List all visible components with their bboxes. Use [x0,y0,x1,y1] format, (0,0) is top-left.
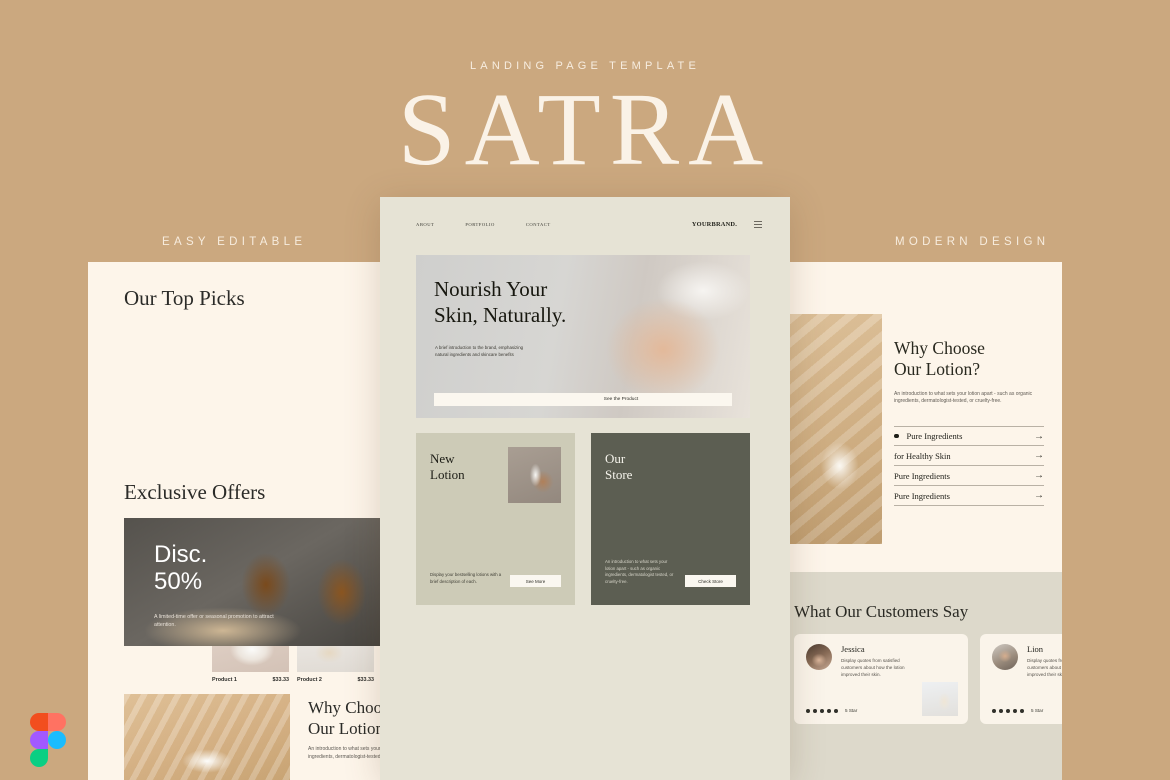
new-lotion-title-line2: Lotion [430,467,465,483]
star-icon [999,708,1003,713]
offer-line-1: Disc. [154,541,208,568]
hero-section: Nourish Your Skin, Naturally. A brief in… [416,255,750,418]
new-lotion-image [508,447,561,503]
right-why-heading-line2: Our Lotion? [894,359,981,380]
nav-link-contact[interactable]: CONTACT [526,222,551,227]
new-lotion-paragraph: Display your bestselling lotions with a … [430,572,502,584]
hero-paragraph: A brief introduction to the brand, empha… [435,345,524,357]
label-easy-editable: EASY EDITABLE [162,236,307,248]
star-icon [820,708,824,713]
arrow-right-icon[interactable]: → [1034,450,1044,461]
new-lotion-card[interactable]: New Lotion Display your bestselling loti… [416,433,575,605]
star-icon [992,708,996,713]
star-icon [834,708,838,713]
product-name: Product 1 [212,677,237,683]
arrow-right-icon[interactable]: → [1034,490,1044,501]
nav-link-about[interactable]: ABOUT [416,222,434,227]
right-why-heading: Why Choose Our Lotion? [894,338,1044,381]
our-store-title: Our Store [605,451,632,484]
benefit-row[interactable]: Pure Ingredients → [894,426,1044,447]
right-why-heading-line1: Why Choose [894,338,985,358]
center-mockup: ABOUT PORTFOLIO CONTACT YOURBRAND. Nouri… [380,197,790,780]
why-lotion-image [124,694,290,780]
offer-banner-subtext: A limited-time offer or seasonal promoti… [154,614,274,628]
hero-title: Nourish Your Skin, Naturally. [434,277,566,329]
bullet-dot-icon [894,433,899,439]
right-preview-panel: Why Choose Our Lotion? An introduction t… [770,262,1062,780]
testimonial-card[interactable]: Jessica Display quotes from satisfied cu… [794,634,968,724]
right-why-section: Why Choose Our Lotion? An introduction t… [894,338,1044,507]
testimonial-card[interactable]: Lion Display quotes from satisfied custo… [980,634,1062,724]
right-why-image [790,314,882,544]
star-icon [1013,708,1017,713]
poster-title: SATRA [397,72,773,187]
testimonial-quote: Display quotes from satisfied customers … [841,658,905,677]
benefit-row[interactable]: Pure Ingredients → [894,486,1044,507]
nav-links: ABOUT PORTFOLIO CONTACT [416,222,551,227]
left-top-picks-heading: Our Top Picks [124,286,245,310]
testimonial-quote: Display quotes from satisfied customers … [1027,658,1062,677]
check-store-button[interactable]: Check Store [685,575,736,587]
see-the-product-button[interactable]: See the Product [434,393,732,406]
see-the-product-label: See the Product [603,397,639,402]
star-icon [813,708,817,713]
new-lotion-title: New Lotion [430,451,465,484]
benefit-row[interactable]: for Healthy Skin → [894,446,1044,467]
hamburger-menu-icon[interactable] [754,220,762,229]
offer-line-2: 50% [154,567,203,595]
benefit-label: for Healthy Skin [894,450,951,461]
product-name: Product 2 [297,677,322,683]
new-lotion-title-line1: New [430,451,455,466]
benefit-label: Pure Ingredients [894,490,950,501]
rating-label: 5 Star [1031,708,1044,713]
figma-logo [30,713,66,767]
nav-link-portfolio[interactable]: PORTFOLIO [465,222,495,227]
arrow-right-icon[interactable]: → [1034,470,1044,481]
brand-logo[interactable]: YOURBRAND. [692,221,737,228]
hero-title-line1: Nourish Your [434,277,548,301]
testimonials-cards: Jessica Display quotes from satisfied cu… [794,634,1062,724]
hero-title-line2: Skin, Naturally. [434,302,567,327]
avatar [806,644,832,670]
our-store-title-line2: Store [605,467,633,483]
offer-banner-text: Disc. 50% [154,541,208,596]
our-store-paragraph: An introduction to what sets your lotion… [605,559,674,584]
benefit-label: Pure Ingredients [894,470,950,481]
rating-label: 5 Star [845,708,858,713]
our-store-title-line1: Our [605,451,626,466]
rating: 5 Star [806,708,857,713]
testimonials-heading: What Our Customers Say [794,602,969,621]
benefit-label: Pure Ingredients [906,431,963,442]
our-store-card[interactable]: Our Store An introduction to what sets y… [591,433,750,605]
label-modern-design: MODERN DESIGN [895,236,1050,248]
mockup-feature-cards: New Lotion Display your bestselling loti… [416,433,750,605]
star-icon [1020,708,1024,713]
testimonial-name: Lion [1027,644,1044,654]
rating: 5 Star [992,708,1043,713]
poster-kicker: LANDING PAGE TEMPLATE [469,60,700,72]
left-offers-heading: Exclusive Offers [124,480,266,504]
star-icon [827,708,831,713]
arrow-right-icon[interactable]: → [1034,431,1044,442]
product-price: $33.33 [272,677,290,683]
avatar [992,644,1018,670]
product-price: $33.33 [357,677,375,683]
testimonials-section: What Our Customers Say Jessica Display q… [770,572,1062,780]
mockup-navbar: ABOUT PORTFOLIO CONTACT YOURBRAND. [380,197,790,252]
testimonial-name: Jessica [841,644,865,654]
right-why-paragraph: An introduction to what sets your lotion… [894,390,1033,405]
benefits-list: Pure Ingredients → for Healthy Skin → Pu… [894,426,1044,507]
star-icon [1006,708,1010,713]
star-icon [806,708,810,713]
see-more-button[interactable]: See More [510,575,561,587]
poster-stage: LANDING PAGE TEMPLATE SATRA EASY EDITABL… [0,0,1170,780]
benefit-row[interactable]: Pure Ingredients → [894,466,1044,487]
testimonial-thumbnail [922,682,958,716]
